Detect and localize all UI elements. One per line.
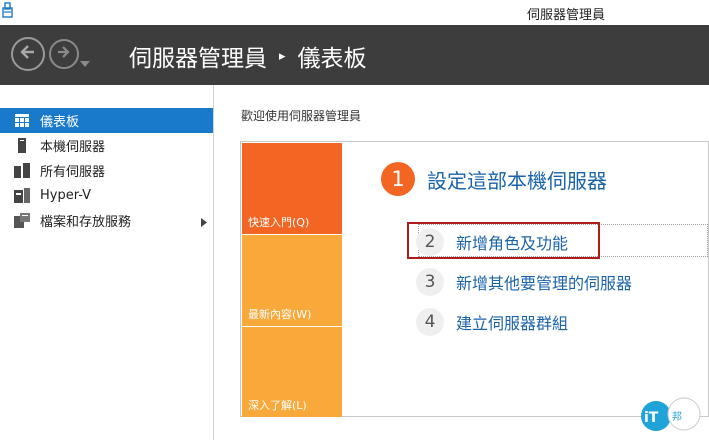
breadcrumb-app[interactable]: 伺服器管理員 <box>129 39 267 73</box>
tile-label: 深入了解(L) <box>248 399 307 412</box>
step-1-configure-local-server[interactable]: 1 設定這部本機伺服器 <box>381 162 607 196</box>
ithome-watermark-logo: iT 邦 <box>636 394 706 438</box>
sidebar: 儀表板 本機伺服器 所有伺服器 Hyper-V 檔案和存放服務 <box>0 85 214 440</box>
tile-quick-start[interactable]: 快速入門(Q) <box>242 143 342 234</box>
tile-learn-more[interactable]: 深入了解(L) <box>242 327 342 417</box>
server-icon <box>14 138 30 154</box>
welcome-panel: 快速入門(Q) 最新內容(W) 深入了解(L) 1 設定這部本機伺服器 2 新增… <box>240 141 709 417</box>
forward-arrow-icon <box>56 44 72 64</box>
servers-icon <box>14 163 30 179</box>
sidebar-item-dashboard[interactable]: 儀表板 <box>0 108 213 133</box>
main-content: 歡迎使用伺服器管理員 快速入門(Q) 最新內容(W) 深入了解(L) 1 設定這… <box>215 85 709 440</box>
sidebar-item-label: 儀表板 <box>40 115 80 130</box>
step-3-add-other-servers[interactable]: 3 新增其他要管理的伺服器 <box>416 268 632 296</box>
svg-text:邦: 邦 <box>672 410 682 423</box>
breadcrumb-separator-icon: ▸ <box>279 48 286 64</box>
history-dropdown-icon[interactable] <box>80 52 90 71</box>
sidebar-item-label: Hyper-V <box>40 188 92 203</box>
header-bar: 伺服器管理員 ▸ 儀表板 <box>0 25 709 85</box>
back-arrow-icon <box>19 43 37 65</box>
svg-text:iT: iT <box>644 410 659 426</box>
breadcrumb: 伺服器管理員 ▸ 儀表板 <box>129 39 367 73</box>
sidebar-item-hyper-v[interactable]: Hyper-V <box>0 183 213 208</box>
step-label: 建立伺服器群組 <box>456 314 569 333</box>
welcome-heading: 歡迎使用伺服器管理員 <box>241 109 362 123</box>
sidebar-item-label: 所有伺服器 <box>40 165 106 180</box>
forward-button[interactable] <box>49 39 79 69</box>
step-number: 3 <box>416 268 444 296</box>
sidebar-item-all-servers[interactable]: 所有伺服器 <box>0 158 213 183</box>
tile-column: 快速入門(Q) 最新內容(W) 深入了解(L) <box>242 143 342 417</box>
sidebar-item-local-server[interactable]: 本機伺服器 <box>0 133 213 158</box>
title-bar: 伺服器管理員 <box>0 0 709 25</box>
annotation-highlight-box <box>407 222 600 259</box>
tile-label: 快速入門(Q) <box>248 216 310 229</box>
hyperv-icon <box>14 188 30 204</box>
expand-arrow-icon[interactable] <box>201 216 207 231</box>
step-number: 4 <box>416 308 444 336</box>
step-label: 設定這部本機伺服器 <box>427 168 607 193</box>
sidebar-item-label: 本機伺服器 <box>40 140 106 155</box>
window-title: 伺服器管理員 <box>526 8 605 23</box>
breadcrumb-page: 儀表板 <box>297 46 367 72</box>
sidebar-item-label: 檔案和存放服務 <box>40 215 132 230</box>
step-4-create-server-group[interactable]: 4 建立伺服器群組 <box>416 308 568 336</box>
sidebar-item-file-storage[interactable]: 檔案和存放服務 <box>0 208 213 233</box>
file-storage-icon <box>14 213 30 229</box>
tile-whats-new[interactable]: 最新內容(W) <box>242 235 342 326</box>
step-number: 1 <box>381 162 415 196</box>
tile-label: 最新內容(W) <box>248 308 312 321</box>
dashboard-icon <box>14 113 30 129</box>
back-button[interactable] <box>11 37 45 71</box>
step-label: 新增其他要管理的伺服器 <box>456 274 633 293</box>
